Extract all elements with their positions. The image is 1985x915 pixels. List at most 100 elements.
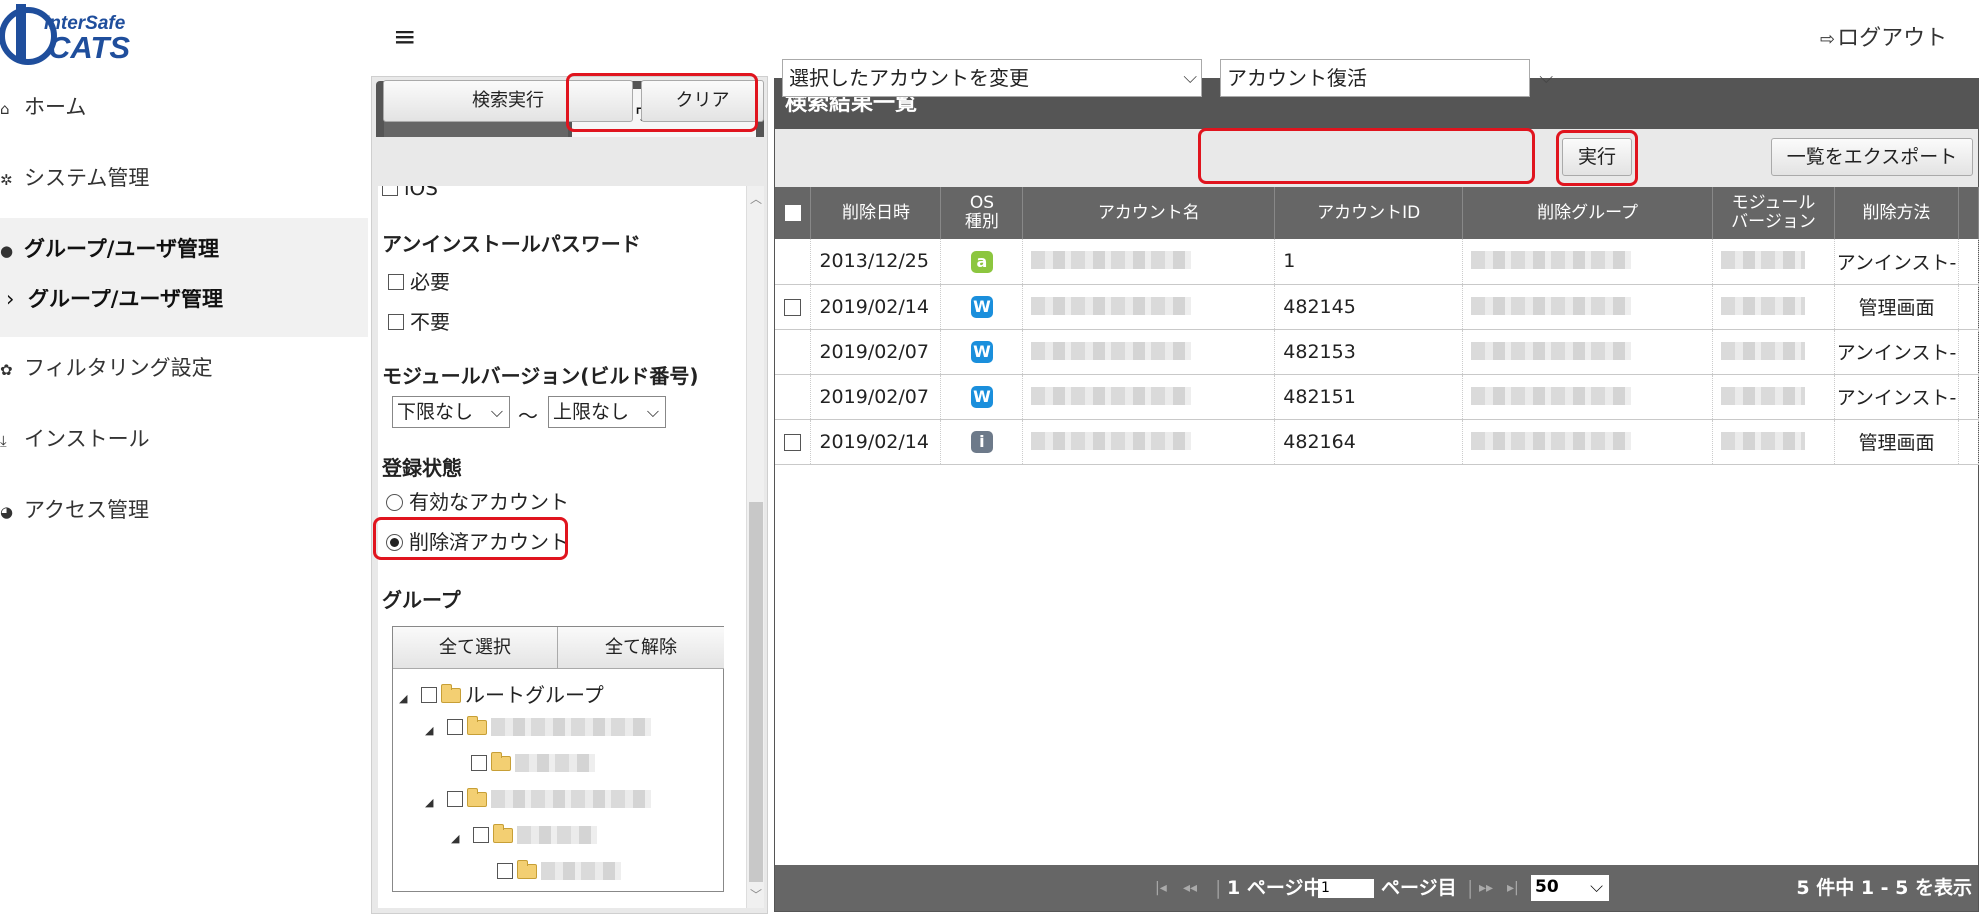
cell-deleted-at: 2019/02/07 (810, 374, 942, 420)
sidebar-item-system[interactable]: ✲ システム管理 (0, 147, 368, 218)
row-select-cell[interactable] (775, 284, 812, 330)
chevron-down-icon: ⌵ (646, 402, 659, 421)
clear-button[interactable]: クリア (641, 80, 764, 122)
execute-button[interactable]: 実行 (1562, 138, 1632, 176)
col-deleted-at[interactable]: 削除日時 (810, 187, 942, 239)
header-select-all[interactable] (775, 187, 812, 239)
sidebar-item-access[interactable]: ◕ アクセス管理 (0, 479, 368, 550)
cell-account-id: 482153 (1274, 329, 1464, 375)
logout-link[interactable]: ⇨ログアウト (1820, 20, 1947, 52)
sidebar-item-label: グループ/ユーザ管理 (24, 237, 219, 261)
sidebar-item-label: ホーム (24, 95, 87, 119)
sidebar-item-install[interactable]: ⤓ インストール (0, 408, 368, 479)
cell-delete-method: アンインスト- (1834, 239, 1959, 285)
status-deleted-radio[interactable] (386, 534, 403, 551)
action-target-select[interactable]: 選択したアカウントを変更 ⌵ (782, 59, 1202, 97)
select-all-checkbox[interactable] (784, 204, 801, 221)
uninstall-not-required-checkbox[interactable] (388, 314, 404, 330)
cell-account-id: 1 (1274, 239, 1464, 285)
tree-checkbox[interactable] (421, 687, 437, 703)
tree-node[interactable] (471, 751, 595, 775)
col-os-type[interactable]: OS 種別 (940, 187, 1024, 239)
tree-checkbox[interactable] (497, 863, 513, 879)
table-row[interactable]: 2019/02/07 W 482151 アンインスト- (775, 374, 1980, 420)
chevron-down-icon: ⌵ (490, 402, 503, 421)
col-account-name[interactable]: アカウント名 (1022, 187, 1276, 239)
expand-triangle-icon[interactable]: ◢ (425, 796, 439, 809)
status-active-radio[interactable] (386, 494, 403, 511)
tree-checkbox[interactable] (447, 719, 463, 735)
tree-checkbox[interactable] (447, 791, 463, 807)
cell-module-version (1712, 419, 1835, 465)
first-page-icon[interactable]: |◂ (1155, 865, 1167, 911)
scroll-up-icon[interactable]: ︿ (750, 190, 762, 207)
expand-triangle-icon[interactable]: ◢ (399, 692, 413, 705)
select-all-button[interactable]: 全て選択 (393, 627, 558, 669)
page-size-select[interactable]: 50 ⌵ (1531, 875, 1609, 901)
uninstall-required-checkbox[interactable] (388, 274, 404, 290)
prev-page-icon[interactable]: ◂◂ (1183, 865, 1197, 911)
chevron-down-icon: ⌵ (1539, 67, 1553, 88)
tree-node[interactable]: ◢ (425, 787, 651, 811)
expand-triangle-icon[interactable]: ◢ (451, 832, 465, 845)
tree-checkbox[interactable] (471, 755, 487, 771)
cell-delete-method: アンインスト- (1834, 329, 1959, 375)
action-type-select[interactable]: アカウント復活 ⌵ (1220, 59, 1553, 97)
table-row[interactable]: 2013/12/25 a 1 アンインスト- (775, 239, 1980, 285)
redacted-module-version (1721, 296, 1806, 315)
cell-deleted-group (1462, 374, 1714, 420)
table-row[interactable]: 2019/02/14 W 482145 管理画面 (775, 284, 1980, 330)
col-account-id[interactable]: アカウントID (1274, 187, 1464, 239)
ios-checkbox-row[interactable]: iOS (382, 186, 438, 200)
row-select-cell[interactable] (775, 374, 812, 420)
status-active-row[interactable]: 有効なアカウント (386, 486, 569, 515)
tree-checkbox[interactable] (473, 827, 489, 843)
cell-deleted-at: 2019/02/14 (810, 284, 942, 330)
col-delete-method[interactable]: 削除方法 (1834, 187, 1959, 239)
table-row[interactable]: 2019/02/07 W 482153 アンインスト- (775, 329, 1980, 375)
version-upper-select[interactable]: 上限なし ⌵ (548, 396, 666, 428)
redacted-group-name (491, 790, 651, 808)
cell-spacer (1958, 329, 1980, 375)
page-size-value: 50 (1535, 877, 1559, 897)
status-deleted-row[interactable]: 削除済アカウント (386, 526, 569, 555)
last-page-icon[interactable]: ▸| (1507, 865, 1519, 911)
sidebar-item-filtering[interactable]: ✿ フィルタリング設定 (0, 337, 368, 408)
uninstall-required-row[interactable]: 必要 (388, 266, 450, 295)
row-checkbox[interactable] (784, 298, 802, 316)
tree-node-root[interactable]: ◢ ルートグループ (399, 679, 604, 708)
intersafe-cats-logo: InterSafe CATS (0, 0, 170, 66)
sidebar-item-home[interactable]: ⌂ ホーム (0, 76, 368, 147)
menu-toggle-icon[interactable]: ≡ (393, 20, 416, 53)
row-select-cell[interactable] (775, 329, 812, 375)
page-number-input[interactable]: 1 (1318, 879, 1374, 898)
row-checkbox[interactable] (784, 433, 802, 451)
export-list-button[interactable]: 一覧をエクスポート (1771, 138, 1973, 176)
tree-node[interactable]: ◢ (425, 715, 651, 739)
scroll-down-icon[interactable]: ﹀ (750, 886, 762, 903)
search-execute-button[interactable]: 検索実行 (383, 80, 633, 122)
sidebar-item-group-user[interactable]: ● グループ/ユーザ管理 (0, 218, 368, 289)
row-select-cell[interactable] (775, 239, 812, 285)
redacted-account-name (1031, 251, 1192, 270)
version-lower-select[interactable]: 下限なし ⌵ (392, 396, 510, 428)
col-deleted-group[interactable]: 削除グループ (1462, 187, 1714, 239)
tree-node[interactable] (497, 859, 621, 883)
deselect-all-button[interactable]: 全て解除 (558, 627, 724, 669)
ios-checkbox[interactable] (382, 186, 398, 196)
action-target-value: 選択したアカウントを変更 (789, 66, 1029, 90)
criteria-scrollbar[interactable]: ︿ ﹀ (746, 186, 764, 908)
row-select-cell[interactable] (775, 419, 812, 465)
redacted-group-name (517, 826, 597, 844)
gear-icon: ✲ (0, 171, 13, 189)
uninstall-not-required-row[interactable]: 不要 (388, 306, 450, 335)
tree-node[interactable]: ◢ (451, 823, 597, 847)
group-tree-box: 全て選択 全て解除 ◢ ルートグループ ◢ ◢ ◢ (392, 626, 724, 892)
col-module-version[interactable]: モジュール バージョン (1712, 187, 1835, 239)
next-page-icon[interactable]: ▸▸ (1479, 865, 1493, 911)
table-row[interactable]: 2019/02/14 i 482164 管理画面 (775, 419, 1980, 465)
status-deleted-label: 削除済アカウント (409, 530, 569, 554)
pager-divider: | (1215, 877, 1222, 899)
scrollbar-thumb[interactable] (749, 502, 763, 882)
expand-triangle-icon[interactable]: ◢ (425, 724, 439, 737)
